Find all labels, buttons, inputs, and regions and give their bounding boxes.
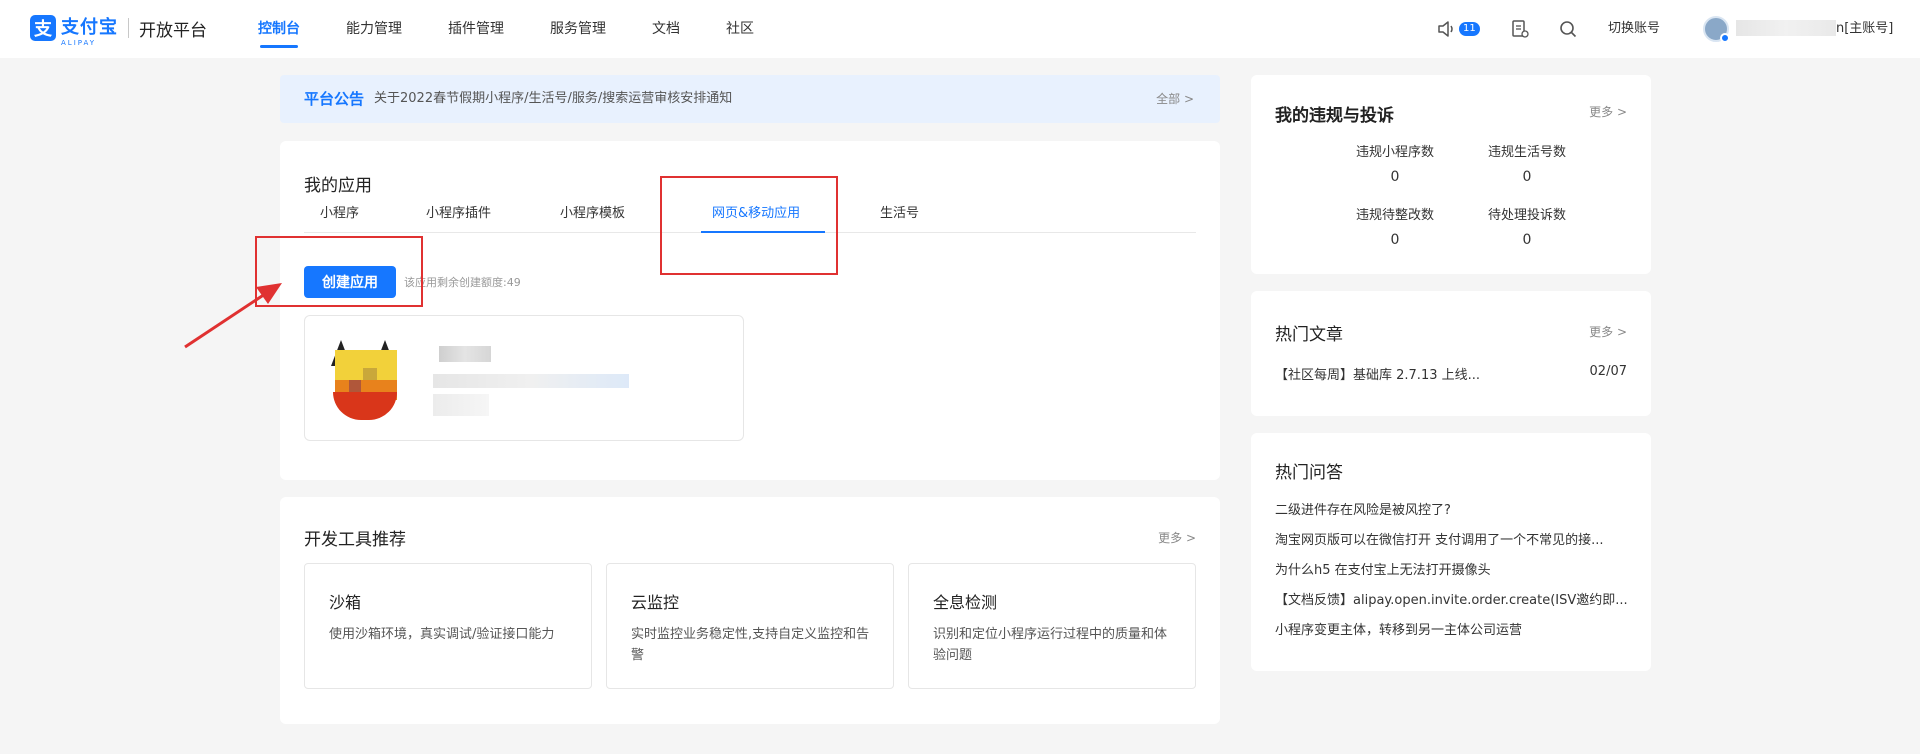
platform-name: 开放平台: [139, 20, 207, 41]
alipay-logo[interactable]: 支 支付宝 ALIPAY 开放平台: [30, 15, 207, 47]
search-icon: [1560, 21, 1577, 38]
notice-link[interactable]: 关于2022春节假期小程序/生活号/服务/搜索运营审核安排通知: [374, 75, 732, 123]
my-apps-title: 我的应用: [304, 176, 372, 196]
tool-desc: 实时监控业务稳定性,支持自定义监控和告警: [631, 627, 870, 663]
stat-label: 待处理投诉数: [1487, 208, 1566, 223]
tab-miniprogram[interactable]: 小程序: [320, 204, 359, 224]
tab-miniprogram-template[interactable]: 小程序模板: [560, 204, 625, 224]
nav-community[interactable]: 社区: [726, 0, 754, 58]
logo-text-en: ALIPAY: [61, 39, 97, 47]
document-icon: [1512, 20, 1529, 38]
verified-icon: [1720, 33, 1730, 43]
dev-tools-more-link[interactable]: 更多 >: [1158, 529, 1196, 546]
alipay-logo-icon: 支: [30, 15, 56, 41]
article-link[interactable]: 【社区每周】基础库 2.7.13 上线...: [1275, 364, 1480, 383]
nav-service[interactable]: 服务管理: [550, 0, 606, 58]
nav-console[interactable]: 控制台: [258, 0, 300, 58]
top-navbar: 支 支付宝 ALIPAY 开放平台 控制台 能力管理 插件管理 服务管理 文档 …: [0, 0, 1920, 58]
nav-docs[interactable]: 文档: [652, 0, 680, 58]
app-name-redacted: [439, 346, 491, 362]
notice-all-link[interactable]: 全部 >: [1156, 75, 1194, 123]
account-name-redacted: [1736, 20, 1836, 36]
logo-divider: [128, 18, 129, 38]
main-nav: 控制台 能力管理 插件管理 服务管理 文档 社区: [258, 0, 800, 58]
app-id-redacted: [433, 374, 629, 388]
tool-sandbox[interactable]: 沙箱 使用沙箱环境，真实调试/验证接口能力: [304, 563, 592, 689]
messages-button[interactable]: 11: [1437, 0, 1480, 58]
stat-value[interactable]: 0: [1467, 169, 1587, 185]
qa-item[interactable]: 淘宝网页版可以在微信打开 支付调用了一个不常见的接...: [1275, 529, 1604, 548]
hot-qa-card: 热门问答 二级进件存在风险是被风控了? 淘宝网页版可以在微信打开 支付调用了一个…: [1251, 433, 1651, 671]
dev-tools-title: 开发工具推荐: [304, 530, 406, 550]
app-status-redacted: [433, 394, 489, 416]
violations-more-link[interactable]: 更多 >: [1589, 103, 1627, 120]
tool-cloud-monitor[interactable]: 云监控 实时监控业务稳定性,支持自定义监控和告警: [606, 563, 894, 689]
qa-item[interactable]: 为什么h5 在支付宝上无法打开摄像头: [1275, 559, 1491, 578]
nav-plugin[interactable]: 插件管理: [448, 0, 504, 58]
speaker-icon: [1438, 21, 1453, 37]
nav-capability[interactable]: 能力管理: [346, 0, 402, 58]
app-icon: [329, 340, 401, 420]
app-card[interactable]: [304, 315, 744, 441]
tool-holographic-check[interactable]: 全息检测 识别和定位小程序运行过程中的质量和体验问题: [908, 563, 1196, 689]
notice-title: 平台公告: [304, 90, 365, 108]
hot-qa-title: 热门问答: [1275, 463, 1343, 483]
stat-value[interactable]: 0: [1335, 232, 1455, 248]
tool-name: 沙箱: [329, 593, 362, 612]
stat-label: 违规待整改数: [1355, 208, 1434, 223]
tool-name: 云监控: [631, 593, 680, 612]
tool-desc: 识别和定位小程序运行过程中的质量和体验问题: [933, 627, 1168, 663]
switch-account-link[interactable]: 切换账号: [1608, 0, 1660, 58]
account-type-label[interactable]: n[主账号]: [1836, 0, 1893, 58]
stat-value[interactable]: 0: [1467, 232, 1587, 248]
hot-articles-card: 热门文章 更多 > 【社区每周】基础库 2.7.13 上线... 02/07: [1251, 291, 1651, 416]
qa-item[interactable]: 二级进件存在风险是被风控了?: [1275, 499, 1451, 518]
hot-articles-title: 热门文章: [1275, 325, 1343, 345]
annotation-box-create: [255, 236, 423, 307]
tab-life-account[interactable]: 生活号: [880, 204, 919, 224]
docs-button[interactable]: [1510, 0, 1530, 58]
violations-card: 我的违规与投诉 更多 > 违规小程序数 0 违规生活号数 0 违规待整改数 0 …: [1251, 75, 1651, 274]
logo-text-cn: 支付宝: [61, 17, 118, 38]
qa-item[interactable]: 【文档反馈】alipay.open.invite.order.create(IS…: [1275, 589, 1628, 608]
message-count-badge: 11: [1459, 22, 1480, 36]
tool-name: 全息检测: [933, 593, 998, 612]
dev-tools-card: 开发工具推荐 更多 > 沙箱 使用沙箱环境，真实调试/验证接口能力 云监控 实时…: [280, 497, 1220, 724]
qa-item[interactable]: 小程序变更主体，转移到另一主体公司运营: [1275, 619, 1522, 638]
article-date: 02/07: [1589, 364, 1627, 379]
stat-label: 违规生活号数: [1487, 145, 1566, 160]
search-button[interactable]: [1559, 0, 1577, 58]
violations-title: 我的违规与投诉: [1275, 106, 1394, 126]
platform-notice-bar: 平台公告 关于2022春节假期小程序/生活号/服务/搜索运营审核安排通知 全部 …: [280, 75, 1220, 123]
annotation-box-tab: [660, 176, 838, 275]
tool-desc: 使用沙箱环境，真实调试/验证接口能力: [329, 627, 555, 642]
stat-label: 违规小程序数: [1355, 145, 1434, 160]
tab-miniprogram-plugin[interactable]: 小程序插件: [426, 204, 491, 224]
stat-value[interactable]: 0: [1335, 169, 1455, 185]
hot-articles-more-link[interactable]: 更多 >: [1589, 323, 1627, 340]
